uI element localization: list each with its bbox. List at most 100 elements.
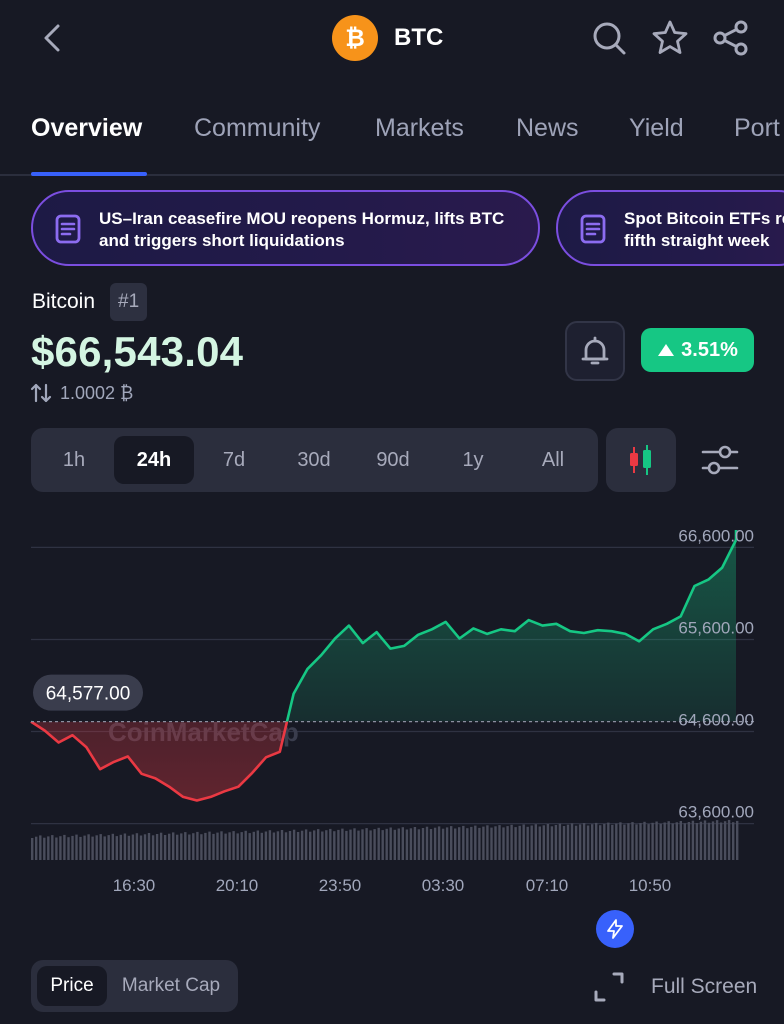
volume-bar — [389, 827, 392, 860]
share-icon[interactable] — [709, 16, 753, 60]
volume-bar — [574, 825, 578, 860]
volume-bar — [135, 833, 139, 860]
volume-bar — [212, 833, 215, 860]
volume-bar — [611, 824, 614, 860]
volume-bar — [139, 835, 143, 860]
baseline-marker-label: 64,577.00 — [46, 684, 131, 705]
volume-bar — [349, 829, 352, 860]
range-30d[interactable]: 30d — [274, 436, 354, 484]
volume-bar — [79, 836, 82, 860]
chart-x-axis: 16:30 20:10 23:50 03:30 07:10 10:50 — [113, 876, 672, 895]
volume-bar — [429, 829, 433, 860]
tab-overview[interactable]: Overview — [31, 114, 142, 143]
news-headline-line1: US–Iran ceasefire MOU reopens Hormuz, li… — [99, 209, 505, 228]
news-headline-line2: and triggers short liquidations — [99, 231, 345, 250]
volume-bar — [300, 830, 304, 860]
news-headline-line1: Spot Bitcoin ETFs re — [624, 209, 784, 228]
volume-bar — [95, 835, 98, 860]
volume-bar — [494, 826, 497, 860]
volume-bar — [736, 820, 739, 860]
volume-bar — [329, 828, 332, 860]
chart-volume-bars — [31, 819, 739, 860]
volume-bar — [31, 838, 34, 860]
swap-arrows-icon — [30, 383, 52, 403]
range-1h[interactable]: 1h — [34, 436, 114, 484]
news-pill[interactable]: Spot Bitcoin ETFs re fifth straight week — [556, 190, 784, 266]
volume-bar — [159, 832, 163, 860]
lightning-icon[interactable] — [596, 910, 634, 948]
volume-bar — [288, 831, 292, 860]
volume-bar — [208, 831, 211, 860]
volume-bar — [123, 833, 127, 860]
tab-news[interactable]: News — [516, 114, 579, 143]
volume-bar — [103, 836, 106, 860]
price-chart[interactable]: CoinMarketCap 66,600.0065,600.0064,600.0… — [0, 500, 784, 920]
volume-bar — [522, 824, 525, 860]
volume-bar — [131, 834, 135, 860]
volume-bar — [107, 835, 110, 860]
volume-bar — [542, 825, 545, 860]
fullscreen-icon[interactable] — [592, 970, 626, 1004]
volume-bar — [296, 832, 300, 860]
volume-bar — [578, 824, 582, 860]
tab-community[interactable]: Community — [194, 114, 320, 143]
volume-bar — [284, 832, 288, 860]
volume-bar — [591, 824, 594, 860]
volume-bar — [200, 834, 203, 860]
volume-bar — [321, 831, 324, 860]
volume-bar — [486, 825, 489, 860]
range-24h[interactable]: 24h — [114, 436, 194, 484]
volume-bar — [393, 829, 396, 860]
volume-bar — [454, 828, 457, 860]
volume-bar — [619, 822, 622, 860]
volume-bar — [582, 823, 586, 860]
volume-bar — [232, 831, 235, 860]
volume-bar — [627, 823, 630, 860]
fullscreen-button[interactable]: Full Screen — [651, 975, 757, 999]
volume-bar — [317, 829, 320, 860]
volume-bar — [43, 837, 46, 860]
volume-bar — [143, 834, 147, 860]
volume-bar — [71, 835, 74, 860]
volume-bar — [445, 827, 449, 860]
volume-bar — [441, 828, 445, 860]
star-icon[interactable] — [648, 16, 692, 60]
volume-bar — [413, 827, 417, 860]
volume-bar — [607, 822, 610, 860]
range-7d[interactable]: 7d — [194, 436, 274, 484]
candlestick-toggle-button[interactable] — [606, 428, 676, 492]
y-tick-label: 66,600.00 — [678, 526, 754, 545]
back-arrow-icon[interactable] — [36, 20, 72, 56]
volume-bar — [502, 827, 505, 860]
volume-bar — [425, 826, 429, 860]
news-pill[interactable]: US–Iran ceasefire MOU reopens Hormuz, li… — [31, 190, 540, 266]
bell-icon — [581, 336, 609, 365]
toggle-market-cap[interactable]: Market Cap — [111, 966, 231, 1006]
volume-bar — [683, 823, 686, 860]
range-1y[interactable]: 1y — [433, 436, 513, 484]
volume-bar — [172, 832, 175, 860]
volume-bar — [659, 823, 662, 860]
volume-bar — [723, 821, 727, 860]
search-icon[interactable] — [587, 16, 631, 60]
volume-bar — [727, 819, 731, 860]
coin-symbol: BTC — [394, 24, 444, 51]
range-90d[interactable]: 90d — [353, 436, 433, 484]
tab-markets[interactable]: Markets — [375, 114, 464, 143]
btc-conversion[interactable]: 1.0002 ₿ — [30, 382, 133, 404]
chart-settings-button[interactable] — [694, 436, 746, 484]
price-alert-button[interactable] — [565, 321, 625, 381]
tab-yield[interactable]: Yield — [629, 114, 684, 143]
volume-bar — [554, 825, 558, 860]
toggle-price[interactable]: Price — [37, 966, 107, 1006]
volume-bar — [119, 834, 122, 860]
tab-portfolio[interactable]: Port — [734, 114, 780, 143]
volume-bar — [256, 830, 259, 860]
volume-bar — [385, 828, 388, 860]
volume-bar — [450, 826, 453, 860]
volume-bar — [147, 833, 151, 860]
volume-bar — [373, 829, 376, 860]
volume-bar — [518, 825, 521, 860]
volume-bar — [466, 828, 469, 860]
range-all[interactable]: All — [513, 436, 593, 484]
